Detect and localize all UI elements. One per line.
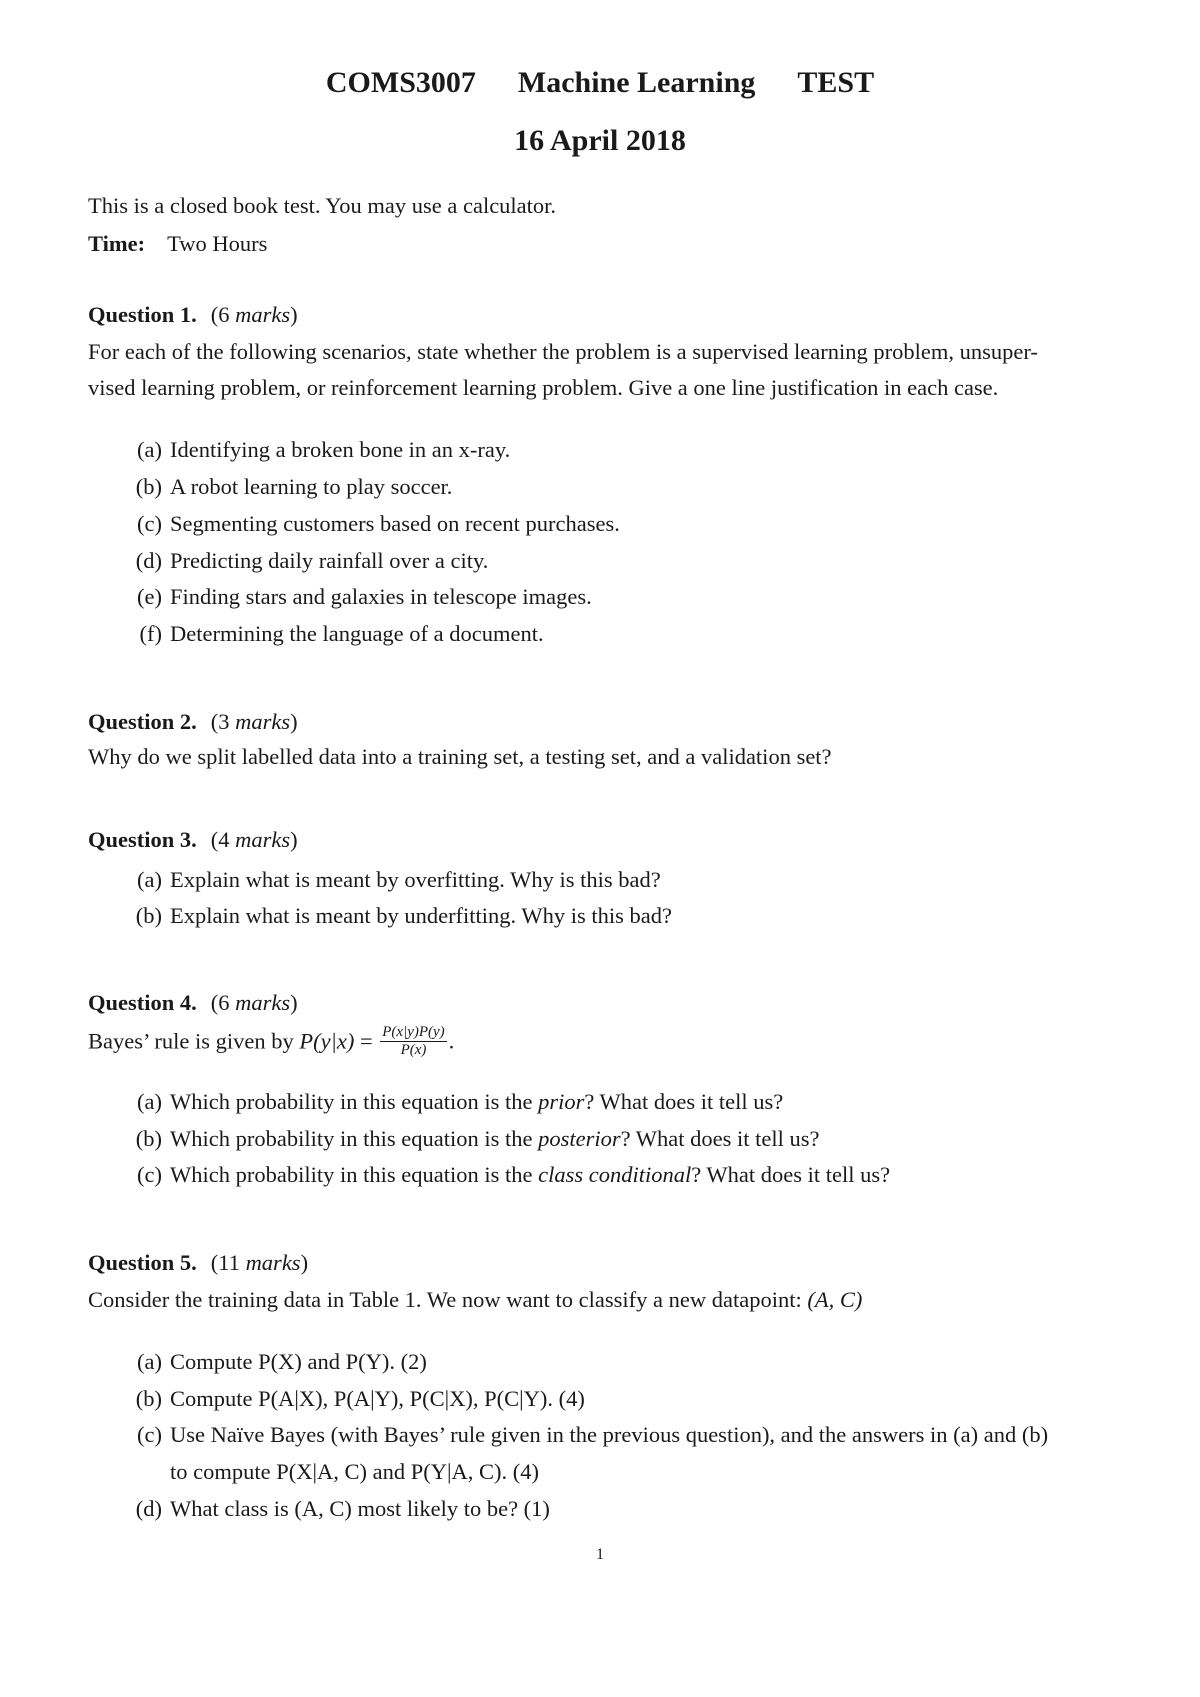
question-1-heading: Question 1. (6 marks) xyxy=(88,302,298,328)
question-4-heading: Question 4. (6 marks) xyxy=(88,990,298,1016)
question-2-body: Why do we split labelled data into a tra… xyxy=(88,744,832,769)
question-5-heading: Question 5. (11 marks) xyxy=(88,1250,308,1276)
bayes-rule-line: Bayes’ rule is given by P(y|x) = P(x|y)P… xyxy=(88,1024,455,1058)
time-line: Time: Two Hours xyxy=(88,231,267,257)
question-title: Question 5. xyxy=(88,1250,197,1275)
question-3-item-b: (b) Explain what is meant by underfitting… xyxy=(135,903,672,928)
question-1-item-c: (c) Segmenting customers based on recent … xyxy=(137,511,620,536)
instructions-text: This is a closed book test. You may use … xyxy=(88,193,557,218)
bayes-fraction: P(x|y)P(y) P(x) xyxy=(380,1024,447,1058)
course-code: COMS3007 xyxy=(325,66,476,99)
question-3-heading: Question 3. (4 marks) xyxy=(88,827,298,853)
question-1-item-b: (b) A robot learning to play soccer. xyxy=(135,474,453,499)
question-3-item-a: (a) Explain what is meant by overfitting.… xyxy=(137,867,661,892)
test-date: 16 April 2018 xyxy=(514,124,686,157)
page-number: 1 xyxy=(596,1546,604,1563)
question-marks: (6 marks) xyxy=(210,302,298,327)
question-1-item-d: (d) Predicting daily rainfall over a city… xyxy=(135,548,489,573)
bayes-lhs: P(y|x) xyxy=(299,1028,355,1054)
question-5-item-c: (c) Use Naïve Bayes (with Bayes’ rule giv… xyxy=(137,1422,1049,1447)
question-1-body-line-2: vised learning problem, or reinforcement… xyxy=(88,375,999,400)
question-marks: (11 marks) xyxy=(210,1250,309,1275)
question-5-item-a: (a) Compute P(X) and P(Y). (2) xyxy=(137,1349,427,1374)
question-1-item-e: (e) Finding stars and galaxies in telesco… xyxy=(137,584,592,609)
question-4-item-b: (b) Which probability in this equation is… xyxy=(135,1126,820,1151)
question-title: Question 3. xyxy=(88,827,197,852)
question-marks: (6 marks) xyxy=(210,990,298,1015)
time-value: Two Hours xyxy=(167,231,268,256)
question-title: Question 4. xyxy=(88,990,197,1015)
question-5-item-d: (d) What class is (A, C) most likely to b… xyxy=(135,1496,550,1521)
question-title: Question 1. xyxy=(88,302,197,327)
question-1-item-a: (a) Identifying a broken bone in an x-ray… xyxy=(137,437,511,462)
question-5-body: Consider the training data in Table 1. W… xyxy=(88,1287,863,1312)
question-1-body-line-1: For each of the following scenarios, sta… xyxy=(88,339,1038,364)
time-label: Time: xyxy=(88,231,146,256)
question-marks: (4 marks) xyxy=(210,827,298,852)
question-title: Question 2. xyxy=(88,709,197,734)
question-4-item-a: (a) Which probability in this equation is… xyxy=(137,1089,784,1114)
question-5-item-c-continued: to compute P(X|A, C) and P(Y|A, C). (4) xyxy=(170,1459,539,1484)
course-name: Machine Learning xyxy=(517,66,756,99)
assessment-type: TEST xyxy=(797,66,875,99)
question-marks: (3 marks) xyxy=(210,709,298,734)
question-4-item-c: (c) Which probability in this equation is… xyxy=(137,1162,891,1187)
question-1-item-f: (f) Determining the language of a documen… xyxy=(139,621,544,646)
question-2-heading: Question 2. (3 marks) xyxy=(88,709,298,735)
question-5-item-b: (b) Compute P(A|X), P(A|Y), P(C|X), P(C|Y… xyxy=(135,1386,585,1411)
document-title: COMS3007 Machine Learning TEST xyxy=(0,66,1200,100)
